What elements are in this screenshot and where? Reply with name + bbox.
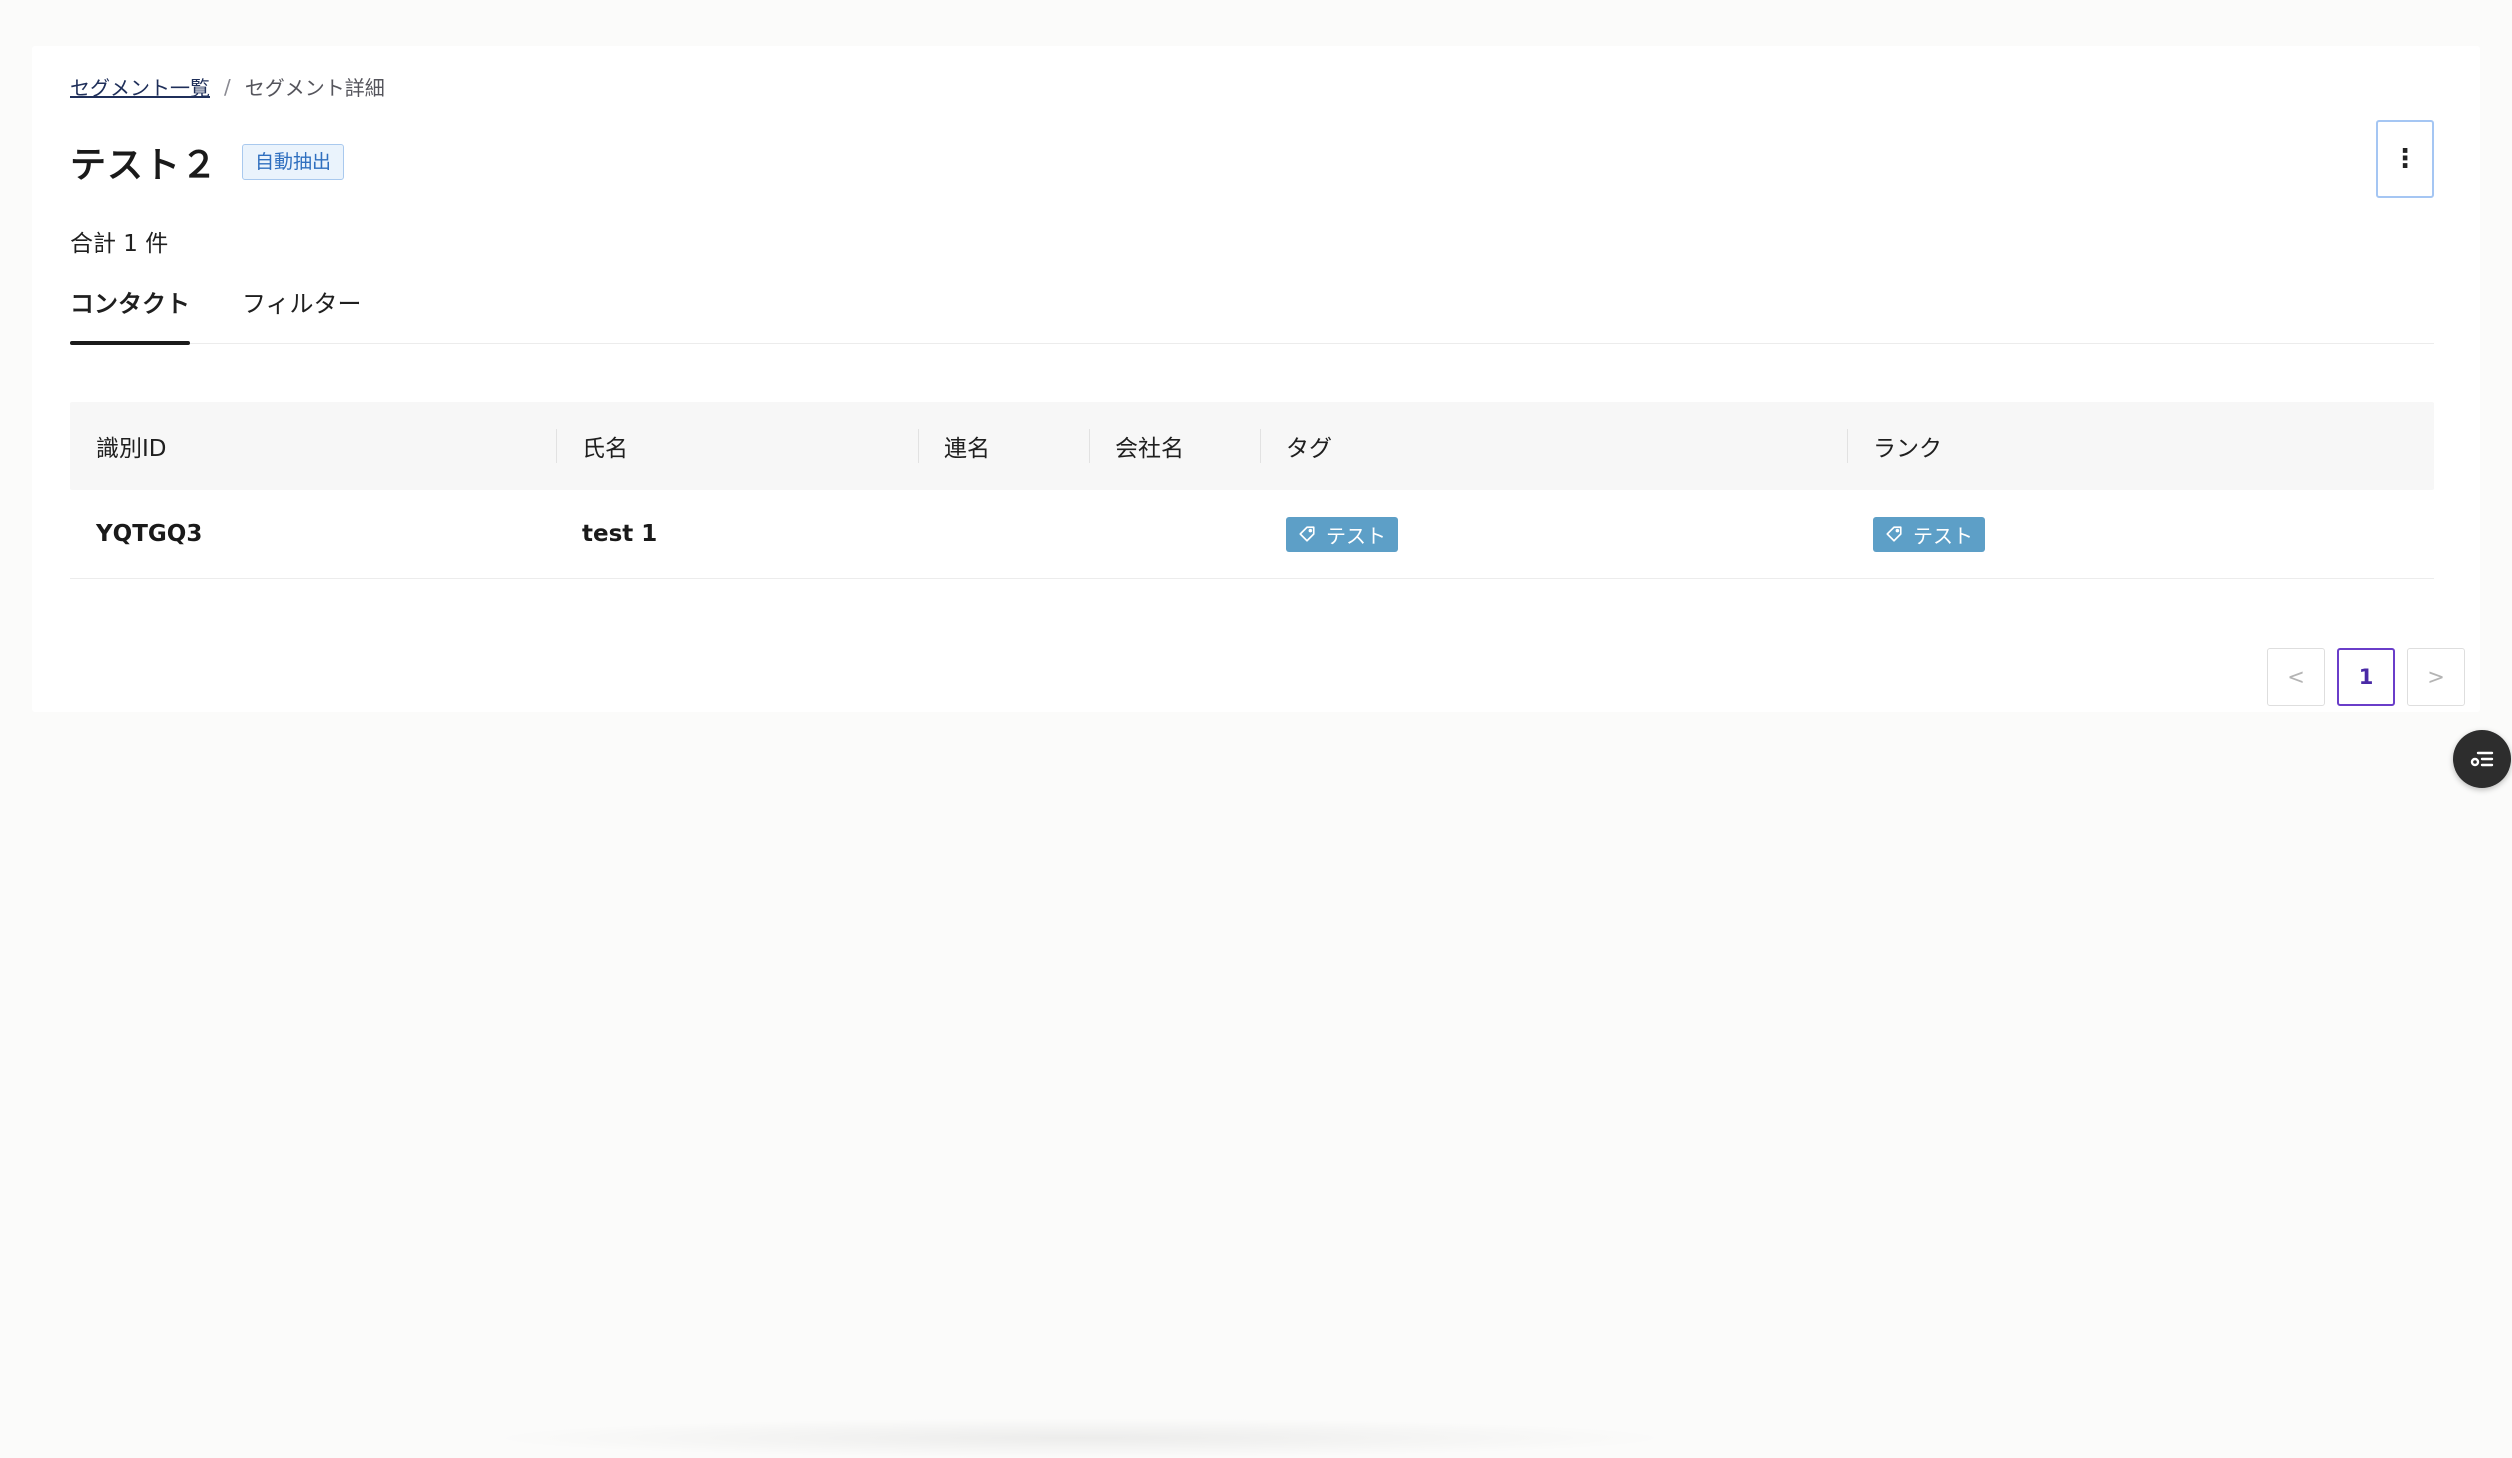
- breadcrumb-segment-list-link[interactable]: セグメント一覧: [70, 72, 210, 101]
- floating-action-button[interactable]: [2453, 730, 2511, 788]
- tag-chip: テスト: [1286, 516, 1398, 552]
- column-header-id: 識別ID: [96, 436, 167, 462]
- segment-detail-card: セグメント一覧 / セグメント詳細 テスト２ 自動抽出 ⋮ 合計 1 件 コンタ…: [32, 46, 2480, 712]
- tab-contacts[interactable]: コンタクト: [70, 286, 190, 345]
- breadcrumb-current: セグメント詳細: [244, 76, 385, 100]
- more-options-button[interactable]: ⋮: [2376, 120, 2434, 198]
- tab-bar: コンタクト フィルター: [70, 286, 2434, 345]
- column-header-tag: タグ: [1260, 429, 1847, 463]
- title-row: テスト２ 自動抽出: [70, 136, 345, 188]
- task-list-icon: [2470, 751, 2494, 767]
- column-header-name: 氏名: [556, 429, 918, 463]
- prev-page-button[interactable]: <: [2267, 648, 2325, 706]
- next-page-button[interactable]: >: [2407, 648, 2465, 706]
- tag-icon: [1886, 526, 1902, 542]
- breadcrumb-separator: /: [224, 74, 231, 99]
- tag-label: テスト: [1326, 523, 1386, 548]
- rank-chip: テスト: [1873, 516, 1985, 552]
- tab-filters[interactable]: フィルター: [242, 286, 362, 344]
- auto-extract-badge: 自動抽出: [242, 144, 345, 180]
- total-count: 合計 1 件: [70, 231, 169, 257]
- pagination: < 1 >: [2267, 648, 2465, 706]
- column-header-joint-name: 連名: [918, 429, 1089, 463]
- page-title: テスト２: [70, 145, 219, 186]
- column-header-rank: ランク: [1847, 429, 2434, 463]
- page-button-current[interactable]: 1: [2337, 648, 2395, 706]
- tag-icon: [1299, 526, 1315, 542]
- cell-name: test 1: [582, 521, 658, 547]
- table-header: 識別ID 氏名 連名 会社名 タグ ランク: [70, 402, 2434, 490]
- bottom-shadow: [480, 1418, 1680, 1458]
- more-vertical-icon: ⋮: [2392, 144, 2418, 174]
- column-header-company: 会社名: [1089, 429, 1260, 463]
- table-row[interactable]: YQTGQ3 test 1 テスト テスト: [70, 490, 2434, 579]
- cell-id: YQTGQ3: [96, 521, 203, 547]
- cell-rank: テスト: [1847, 516, 2434, 552]
- cell-tag: テスト: [1260, 516, 1847, 552]
- breadcrumb: セグメント一覧 / セグメント詳細: [70, 72, 385, 101]
- rank-label: テスト: [1913, 523, 1973, 548]
- contacts-table: 識別ID 氏名 連名 会社名 タグ ランク YQTGQ3 test 1 テスト: [70, 402, 2434, 579]
